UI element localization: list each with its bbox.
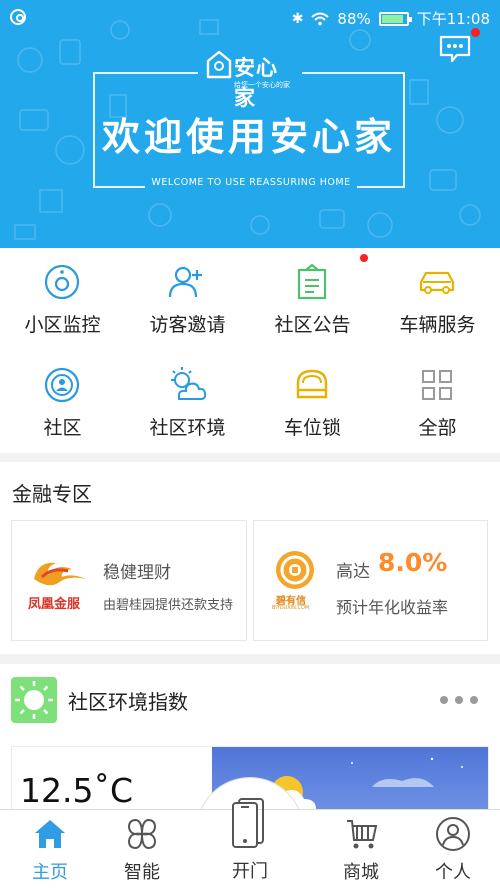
community-icon xyxy=(44,367,80,403)
menu-item-label: 社区环境 xyxy=(149,417,226,439)
temperature-value: 12.5˚C xyxy=(20,771,134,810)
tab-smart[interactable]: 智能 xyxy=(92,810,192,888)
menu-item-label: 社区公告 xyxy=(274,314,351,336)
message-icon[interactable] xyxy=(438,34,472,64)
phoenix-logo-icon xyxy=(34,562,86,586)
biyouxin-logo-icon xyxy=(276,551,314,589)
menu-item-monitor[interactable]: 小区监控 xyxy=(0,248,125,348)
car-icon xyxy=(419,271,455,294)
status-bar: ✱ 88% 下午11:08 xyxy=(0,0,500,34)
phoenix-logo-text: 凤凰金服 xyxy=(28,597,81,612)
battery-icon xyxy=(378,11,412,26)
clock: 下午11:08 xyxy=(416,10,490,28)
card2-rate: 8.0% xyxy=(378,548,448,577)
phone-icon[interactable] xyxy=(220,795,280,855)
house-logo-icon xyxy=(206,50,232,79)
finance-card-phoenix[interactable]: 凤凰金服 稳健理财 由碧桂园提供还款支持 xyxy=(11,520,247,641)
notice-badge xyxy=(360,254,368,262)
menu-item-visitor[interactable]: 访客邀请 xyxy=(125,248,250,348)
home-icon xyxy=(35,820,65,848)
feature-grid: 小区监控 访客邀请 社区公告 车辆服务 社区 社区环境 车位锁 全部 xyxy=(0,248,500,453)
weather-icon xyxy=(171,367,207,400)
menu-item-all[interactable]: 全部 xyxy=(375,351,500,451)
wifi-icon xyxy=(311,12,330,25)
notice-board-icon xyxy=(297,263,327,300)
more-icon[interactable] xyxy=(440,696,478,704)
tab-label: 主页 xyxy=(32,862,68,883)
environment-title: 社区环境指数 xyxy=(68,690,188,714)
tab-home[interactable]: 主页 xyxy=(0,810,100,888)
welcome-subtitle: WELCOME TO USE REASSURING HOME xyxy=(145,175,357,191)
menu-item-label: 访客邀请 xyxy=(149,314,226,336)
tab-label: 商城 xyxy=(343,862,379,883)
sun-icon xyxy=(11,677,57,723)
bluetooth-icon: ✱ xyxy=(291,10,304,27)
tab-personal[interactable]: 个人 xyxy=(403,810,500,888)
notification-icon xyxy=(10,9,26,25)
menu-item-notice[interactable]: 社区公告 xyxy=(250,248,375,348)
cart-icon xyxy=(347,820,378,849)
clover-icon xyxy=(127,818,157,850)
menu-item-label: 社区 xyxy=(43,417,82,439)
menu-item-label: 车位锁 xyxy=(283,417,341,439)
logo-subtitle: 给您一个安心的家 xyxy=(234,81,290,89)
menu-item-environment[interactable]: 社区环境 xyxy=(125,351,250,451)
camera-icon xyxy=(44,264,80,300)
menu-item-label: 全部 xyxy=(418,417,457,439)
finance-section: 金融专区 凤凰金服 稳健理财 由碧桂园提供还款支持 碧有信 BIYOUXIN.C… xyxy=(0,462,500,654)
biyouxin-logo-sub: BIYOUXIN.COM xyxy=(272,605,310,611)
app-screen: ✱ 88% 下午11:08 安心家 给您一个安心的家 欢迎使用安心家 WELCO… xyxy=(0,0,500,888)
welcome-title: 欢迎使用安心家 xyxy=(101,115,396,159)
tab-open-door[interactable]: 开门 xyxy=(200,857,300,883)
card1-title: 稳健理财 xyxy=(103,563,171,583)
battery-percent: 88% xyxy=(337,9,371,28)
app-logo: 安心家 给您一个安心的家 xyxy=(206,50,298,110)
tab-label: 个人 xyxy=(435,862,471,883)
menu-item-vehicle[interactable]: 车辆服务 xyxy=(375,248,500,348)
user-icon xyxy=(436,817,470,851)
tab-label: 智能 xyxy=(124,862,160,883)
tab-mall[interactable]: 商城 xyxy=(311,810,411,888)
finance-card-biyouxin[interactable]: 碧有信 BIYOUXIN.COM 高达 8.0% 预计年化收益率 xyxy=(253,520,488,641)
welcome-banner[interactable]: ✱ 88% 下午11:08 安心家 给您一个安心的家 欢迎使用安心家 WELCO… xyxy=(0,0,500,248)
card2-subtitle: 预计年化收益率 xyxy=(336,598,449,617)
message-badge xyxy=(471,28,480,37)
menu-item-parking-lock[interactable]: 车位锁 xyxy=(250,351,375,451)
grid-icon xyxy=(422,370,452,400)
card1-subtitle: 由碧桂园提供还款支持 xyxy=(103,598,234,613)
finance-title: 金融专区 xyxy=(12,482,92,506)
card2-prefix: 高达 xyxy=(336,562,370,582)
add-user-icon xyxy=(168,266,202,298)
menu-item-community[interactable]: 社区 xyxy=(0,351,125,451)
menu-item-label: 车辆服务 xyxy=(399,314,476,336)
parking-lock-icon xyxy=(296,369,328,399)
menu-item-label: 小区监控 xyxy=(24,314,101,336)
